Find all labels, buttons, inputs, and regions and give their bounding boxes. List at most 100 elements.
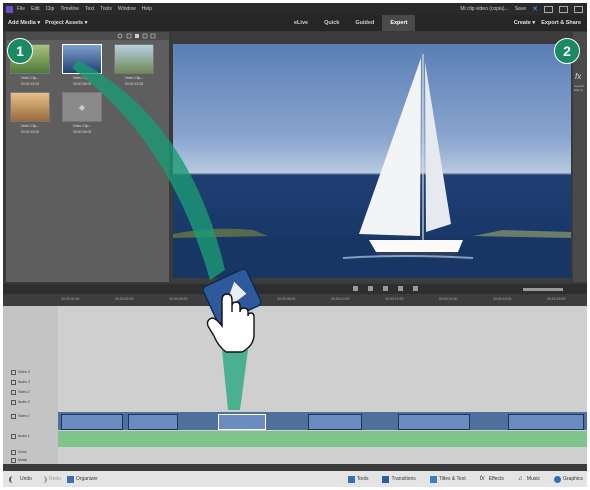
asset-duration: 00:00:12:00 <box>124 82 144 86</box>
track-icon <box>11 457 16 463</box>
effects-label: Effects <box>488 476 504 482</box>
track-icon <box>11 369 16 375</box>
asset-name: Video Clip... <box>124 76 144 80</box>
video-clip[interactable] <box>128 414 178 430</box>
titles-icon <box>429 475 437 483</box>
track-icon <box>11 433 16 439</box>
asset-thumbnail[interactable]: Video Clip... 00:00:10:00 <box>10 92 50 144</box>
menu-text[interactable]: Text <box>85 6 94 12</box>
music-button[interactable]: ♫ Music <box>518 476 540 483</box>
export-share-button[interactable]: Export & Share <box>541 20 581 26</box>
main-toolbar: Add Media ▾ Project Assets ▾ eLive Quick… <box>3 15 587 31</box>
graphics-button[interactable]: Graphics <box>553 475 583 483</box>
minimize-icon[interactable] <box>544 5 553 13</box>
ruler-label: 00:00:16:00 <box>493 297 512 301</box>
track-header-video-1[interactable]: Video 1 <box>11 412 56 420</box>
music-icon: ♫ <box>517 475 523 482</box>
video-clip[interactable] <box>398 414 470 430</box>
ruler-label: 00:00:12:00 <box>385 297 404 301</box>
graphics-icon <box>553 475 561 483</box>
track-icon <box>11 389 16 395</box>
video-track-1[interactable] <box>58 412 587 430</box>
asset-thumbnail[interactable]: ◆ Video Clip... 00:00:05:00 <box>62 92 102 144</box>
organizer-button[interactable]: Organizer <box>66 475 98 483</box>
tab-guided[interactable]: Guided <box>347 15 382 31</box>
asset-duration: 00:00:15:00 <box>20 82 40 86</box>
titles-text-button[interactable]: Titles & Text <box>429 475 466 483</box>
menu-window[interactable]: Window <box>118 6 136 12</box>
menu-tools[interactable]: Tools <box>100 6 112 12</box>
effects-button[interactable]: fx Effects <box>480 476 504 483</box>
track-header-audio-3[interactable]: Audio 3 <box>11 378 56 386</box>
track-label: Audio 2 <box>18 400 30 404</box>
video-clip[interactable] <box>61 414 123 430</box>
menu-help[interactable]: Help <box>142 6 152 12</box>
zoom-slider[interactable] <box>523 288 563 291</box>
asset-thumbnail[interactable]: Video Clip... 00:00:08:00 <box>62 44 102 96</box>
rewind-icon[interactable] <box>353 286 358 291</box>
graphics-label: Graphics <box>562 476 583 482</box>
redo-button[interactable]: Redo <box>38 475 61 483</box>
asset-name: Video Clip... <box>72 76 92 80</box>
step-1-callout: 1 <box>7 38 33 64</box>
audio-track-1[interactable] <box>58 431 587 447</box>
track-header-music[interactable]: Music <box>11 456 56 464</box>
share-icon[interactable]: ✕ <box>532 5 538 13</box>
play-icon[interactable] <box>383 286 388 291</box>
track-header-video-3[interactable]: Video 3 <box>11 368 56 376</box>
tools-button[interactable]: Tools <box>347 475 368 483</box>
step-back-icon[interactable] <box>368 286 373 291</box>
transitions-icon <box>382 475 390 483</box>
undo-button[interactable]: Undo <box>9 475 32 483</box>
fast-forward-icon[interactable] <box>413 286 418 291</box>
track-label: Video 1 <box>18 414 30 418</box>
asset-image <box>62 44 102 74</box>
menu-clip[interactable]: Clip <box>46 6 55 12</box>
track-header-audio-1[interactable]: Audio 1 <box>11 432 56 440</box>
menu-file[interactable]: File <box>17 6 25 12</box>
track-header-voice[interactable]: Voice <box>11 448 56 456</box>
asset-image: ◆ <box>62 92 102 122</box>
step-forward-icon[interactable] <box>398 286 403 291</box>
assets-view-icons[interactable] <box>115 32 165 40</box>
track-headers: Video 3 Audio 3 Video 2 Audio 2 Video 1 … <box>3 306 58 464</box>
menu-bar: File Edit Clip Timeline Text Tools Windo… <box>3 3 587 15</box>
asset-thumbnail[interactable]: Video Clip... 00:00:12:00 <box>114 44 154 96</box>
fx-icon[interactable]: fx <box>575 72 581 81</box>
asset-duration: 00:00:08:00 <box>72 82 92 86</box>
tab-expert[interactable]: Expert <box>382 15 416 31</box>
step-2-callout: 2 <box>554 38 580 64</box>
maximize-icon[interactable] <box>559 5 568 13</box>
track-header-video-2[interactable]: Video 2 <box>11 388 56 396</box>
ruler-label: 00:00:10:00 <box>331 297 350 301</box>
menu-edit[interactable]: Edit <box>31 6 40 12</box>
track-header-audio-2[interactable]: Audio 2 <box>11 398 56 406</box>
add-media-button[interactable]: Add Media ▾ <box>8 20 40 26</box>
video-clip[interactable] <box>508 414 584 430</box>
close-icon[interactable] <box>574 5 583 13</box>
undo-label: Undo <box>20 476 32 482</box>
create-button[interactable]: Create ▾ <box>514 20 535 26</box>
sailboat-image <box>173 54 571 278</box>
menu-timeline[interactable]: Timeline <box>60 6 79 12</box>
right-side-panel: fx Applied Effects <box>573 32 587 282</box>
video-clip[interactable] <box>308 414 362 430</box>
ruler-label: 00:00:00:00 <box>61 297 80 301</box>
track-label: Audio 1 <box>18 434 30 438</box>
track-label: Voice <box>18 450 27 454</box>
save-button[interactable]: Save <box>515 6 526 12</box>
tab-elive[interactable]: eLive <box>286 15 316 31</box>
undo-icon <box>9 475 18 483</box>
ruler-label: 00:00:08:00 <box>277 297 296 301</box>
project-assets-button[interactable]: Project Assets ▾ <box>45 20 87 26</box>
project-assets-panel: Video Clip... 00:00:15:00 Video Clip... … <box>6 32 169 282</box>
transitions-button[interactable]: Transitions <box>382 475 416 483</box>
asset-name: Video Clip... <box>20 124 40 128</box>
video-clip[interactable] <box>218 414 266 430</box>
organizer-label: Organizer <box>75 476 98 482</box>
app-icon <box>6 5 13 13</box>
monitor-panel <box>173 32 571 282</box>
effects-icon: fx <box>479 475 485 482</box>
tab-quick[interactable]: Quick <box>316 15 347 31</box>
mode-tabs: eLive Quick Guided Expert <box>286 15 416 31</box>
